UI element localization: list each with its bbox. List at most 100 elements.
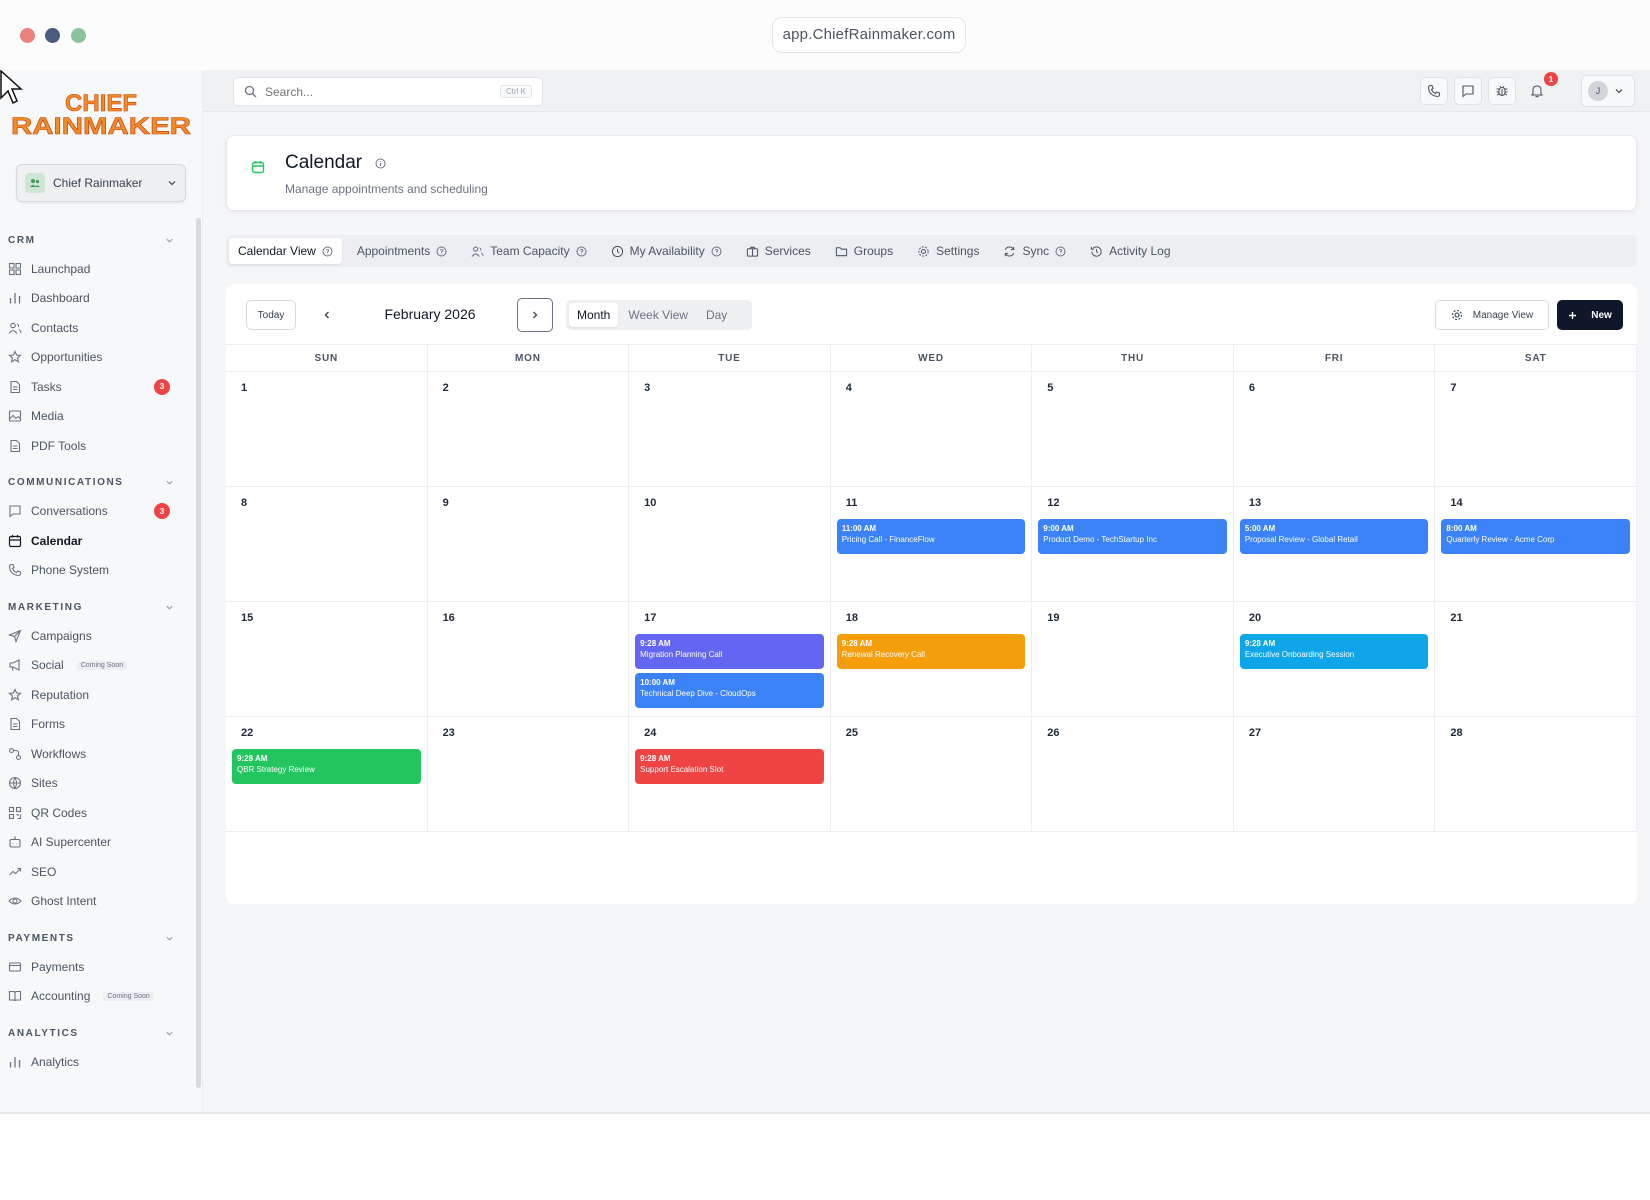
phone-button[interactable] — [1420, 77, 1448, 105]
sidebar-item-social[interactable]: Social Coming Soon — [0, 651, 190, 681]
window-maximize-button[interactable] — [71, 28, 86, 43]
sidebar-item-sites[interactable]: Sites — [0, 769, 190, 799]
day-cell[interactable]: 18 9:28 AM Renewal Recovery Call — [831, 602, 1033, 716]
day-cell[interactable]: 23 — [428, 717, 630, 831]
tab-my-availability[interactable]: My Availability — [602, 238, 731, 264]
new-appointment-button[interactable]: New — [1557, 300, 1623, 330]
sidebar-item-pdf-tools[interactable]: PDF Tools — [0, 431, 190, 461]
day-cell[interactable]: 20 9:28 AM Executive Onboarding Session — [1234, 602, 1436, 716]
tab-activity-log[interactable]: Activity Log — [1081, 238, 1179, 264]
day-cell[interactable]: 28 — [1435, 717, 1637, 831]
tab-services[interactable]: Services — [737, 238, 820, 264]
sidebar-item-ghost-intent[interactable]: Ghost Intent — [0, 887, 190, 917]
sidebar-item-conversations[interactable]: Conversations 3 — [0, 497, 190, 527]
view-week-view-button[interactable]: Week View — [620, 303, 696, 327]
search-input[interactable] — [265, 84, 492, 99]
sidebar-item-workflows[interactable]: Workflows — [0, 739, 190, 769]
sidebar-section-communications[interactable]: COMMUNICATIONS — [0, 473, 190, 493]
day-cell[interactable]: 8 — [226, 487, 428, 601]
day-cell[interactable]: 1 — [226, 372, 428, 486]
day-cell[interactable]: 15 — [226, 602, 428, 716]
sidebar-item-media[interactable]: Media — [0, 402, 190, 432]
view-month-button[interactable]: Month — [569, 303, 619, 327]
notifications-button[interactable]: 1 — [1523, 72, 1558, 105]
user-menu[interactable]: J — [1581, 75, 1635, 107]
day-cell[interactable]: 2 — [428, 372, 630, 486]
day-cell[interactable]: 4 — [831, 372, 1033, 486]
sidebar-item-reputation[interactable]: Reputation — [0, 680, 190, 710]
info-icon[interactable] — [375, 158, 386, 169]
sidebar-item-launchpad[interactable]: Launchpad — [0, 254, 190, 284]
day-cell[interactable]: 3 — [629, 372, 831, 486]
day-cell[interactable]: 11 11:00 AM Pricing Call - FinanceFlow — [831, 487, 1033, 601]
org-switcher[interactable]: Chief Rainmaker — [16, 164, 186, 202]
section-title: PAYMENTS — [8, 932, 75, 944]
day-cell[interactable]: 17 9:28 AM Migration Planning Call 10:00 AM… — [629, 602, 831, 716]
sidebar-item-seo[interactable]: SEO — [0, 857, 190, 887]
sidebar-item-qr-codes[interactable]: QR Codes — [0, 798, 190, 828]
day-cell[interactable]: 7 — [1435, 372, 1637, 486]
sidebar-section-payments[interactable]: PAYMENTS — [0, 928, 190, 948]
tab-team-capacity[interactable]: Team Capacity — [462, 238, 595, 264]
day-cell[interactable]: 25 — [831, 717, 1033, 831]
day-cell[interactable]: 9 — [428, 487, 630, 601]
calendar-event[interactable]: 8:00 AM Quarterly Review - Acme Corp — [1441, 519, 1630, 554]
calendar-event[interactable]: 9:28 AM Renewal Recovery Call — [836, 634, 1026, 669]
today-button[interactable]: Today — [246, 300, 296, 330]
messages-button[interactable] — [1454, 77, 1482, 105]
day-cell[interactable]: 12 9:00 AM Product Demo - TechStartup Inc — [1032, 487, 1234, 601]
day-cell[interactable]: 22 9:28 AM QBR Strategy Review — [226, 717, 428, 831]
view-day-button[interactable]: Day — [698, 303, 735, 327]
debug-button[interactable] — [1488, 77, 1516, 105]
day-cell[interactable]: 21 — [1435, 602, 1637, 716]
sidebar-item-tasks[interactable]: Tasks 3 — [0, 372, 190, 402]
search-box[interactable]: Ctrl K — [233, 77, 543, 106]
sidebar-section-crm[interactable]: CRM — [0, 230, 190, 250]
calendar-event[interactable]: 10:00 AM Technical Deep Dive - CloudOps — [635, 673, 824, 708]
sidebar-item-calendar[interactable]: Calendar — [0, 526, 190, 556]
tab-appointments[interactable]: Appointments — [348, 238, 456, 264]
sidebar-item-campaigns[interactable]: Campaigns — [0, 621, 190, 651]
day-cell[interactable]: 14 8:00 AM Quarterly Review - Acme Corp — [1435, 487, 1637, 601]
sidebar-item-accounting[interactable]: Accounting Coming Soon — [0, 982, 190, 1012]
day-cell[interactable]: 27 — [1234, 717, 1436, 831]
tab-calendar-view[interactable]: Calendar View — [229, 238, 342, 264]
sidebar-section-analytics[interactable]: ANALYTICS — [0, 1023, 190, 1043]
address-bar[interactable]: app.ChiefRainmaker.com — [772, 17, 966, 53]
sidebar-item-analytics[interactable]: Analytics — [0, 1047, 190, 1077]
next-month-button[interactable] — [517, 298, 553, 332]
window-minimize-button[interactable] — [45, 28, 60, 43]
tab-sync[interactable]: Sync — [994, 238, 1075, 264]
calendar-event[interactable]: 9:28 AM QBR Strategy Review — [232, 749, 421, 784]
calendar-event[interactable]: 5:00 AM Proposal Review - Global Retail — [1239, 519, 1429, 554]
day-cell[interactable]: 26 — [1032, 717, 1234, 831]
sidebar-item-opportunities[interactable]: Opportunities — [0, 343, 190, 373]
sidebar-item-dashboard[interactable]: Dashboard — [0, 284, 190, 314]
calendar-event[interactable]: 11:00 AM Pricing Call - FinanceFlow — [836, 519, 1026, 554]
tab-groups[interactable]: Groups — [826, 238, 902, 264]
calendar-event[interactable]: 9:28 AM Migration Planning Call — [635, 634, 824, 669]
sidebar-item-forms[interactable]: Forms — [0, 710, 190, 740]
sidebar-section-marketing[interactable]: MARKETING — [0, 597, 190, 617]
window-close-button[interactable] — [20, 28, 35, 43]
sidebar-item-payments[interactable]: Payments — [0, 952, 190, 982]
window-bottom-edge — [0, 1112, 1650, 1114]
sidebar-item-contacts[interactable]: Contacts — [0, 313, 190, 343]
day-cell[interactable]: 16 — [428, 602, 630, 716]
previous-month-button[interactable] — [312, 300, 342, 330]
day-cell[interactable]: 13 5:00 AM Proposal Review - Global Retail — [1234, 487, 1436, 601]
sidebar-item-ai-supercenter[interactable]: AI Supercenter — [0, 828, 190, 858]
calendar-event[interactable]: 9:28 AM Executive Onboarding Session — [1239, 634, 1429, 669]
sidebar-item-phone-system[interactable]: Phone System — [0, 556, 190, 586]
calendar-event[interactable]: 9:28 AM Support Escalation Slot — [635, 749, 824, 784]
image-icon — [8, 410, 22, 422]
day-cell[interactable]: 6 — [1234, 372, 1436, 486]
sidebar-scrollbar[interactable] — [196, 218, 201, 1088]
calendar-event[interactable]: 9:00 AM Product Demo - TechStartup Inc — [1038, 519, 1227, 554]
day-cell[interactable]: 5 — [1032, 372, 1234, 486]
day-cell[interactable]: 19 — [1032, 602, 1234, 716]
day-cell[interactable]: 24 9:28 AM Support Escalation Slot — [629, 717, 831, 831]
day-cell[interactable]: 10 — [629, 487, 831, 601]
manage-view-button[interactable]: Manage View — [1435, 300, 1549, 330]
tab-settings[interactable]: Settings — [908, 238, 988, 264]
